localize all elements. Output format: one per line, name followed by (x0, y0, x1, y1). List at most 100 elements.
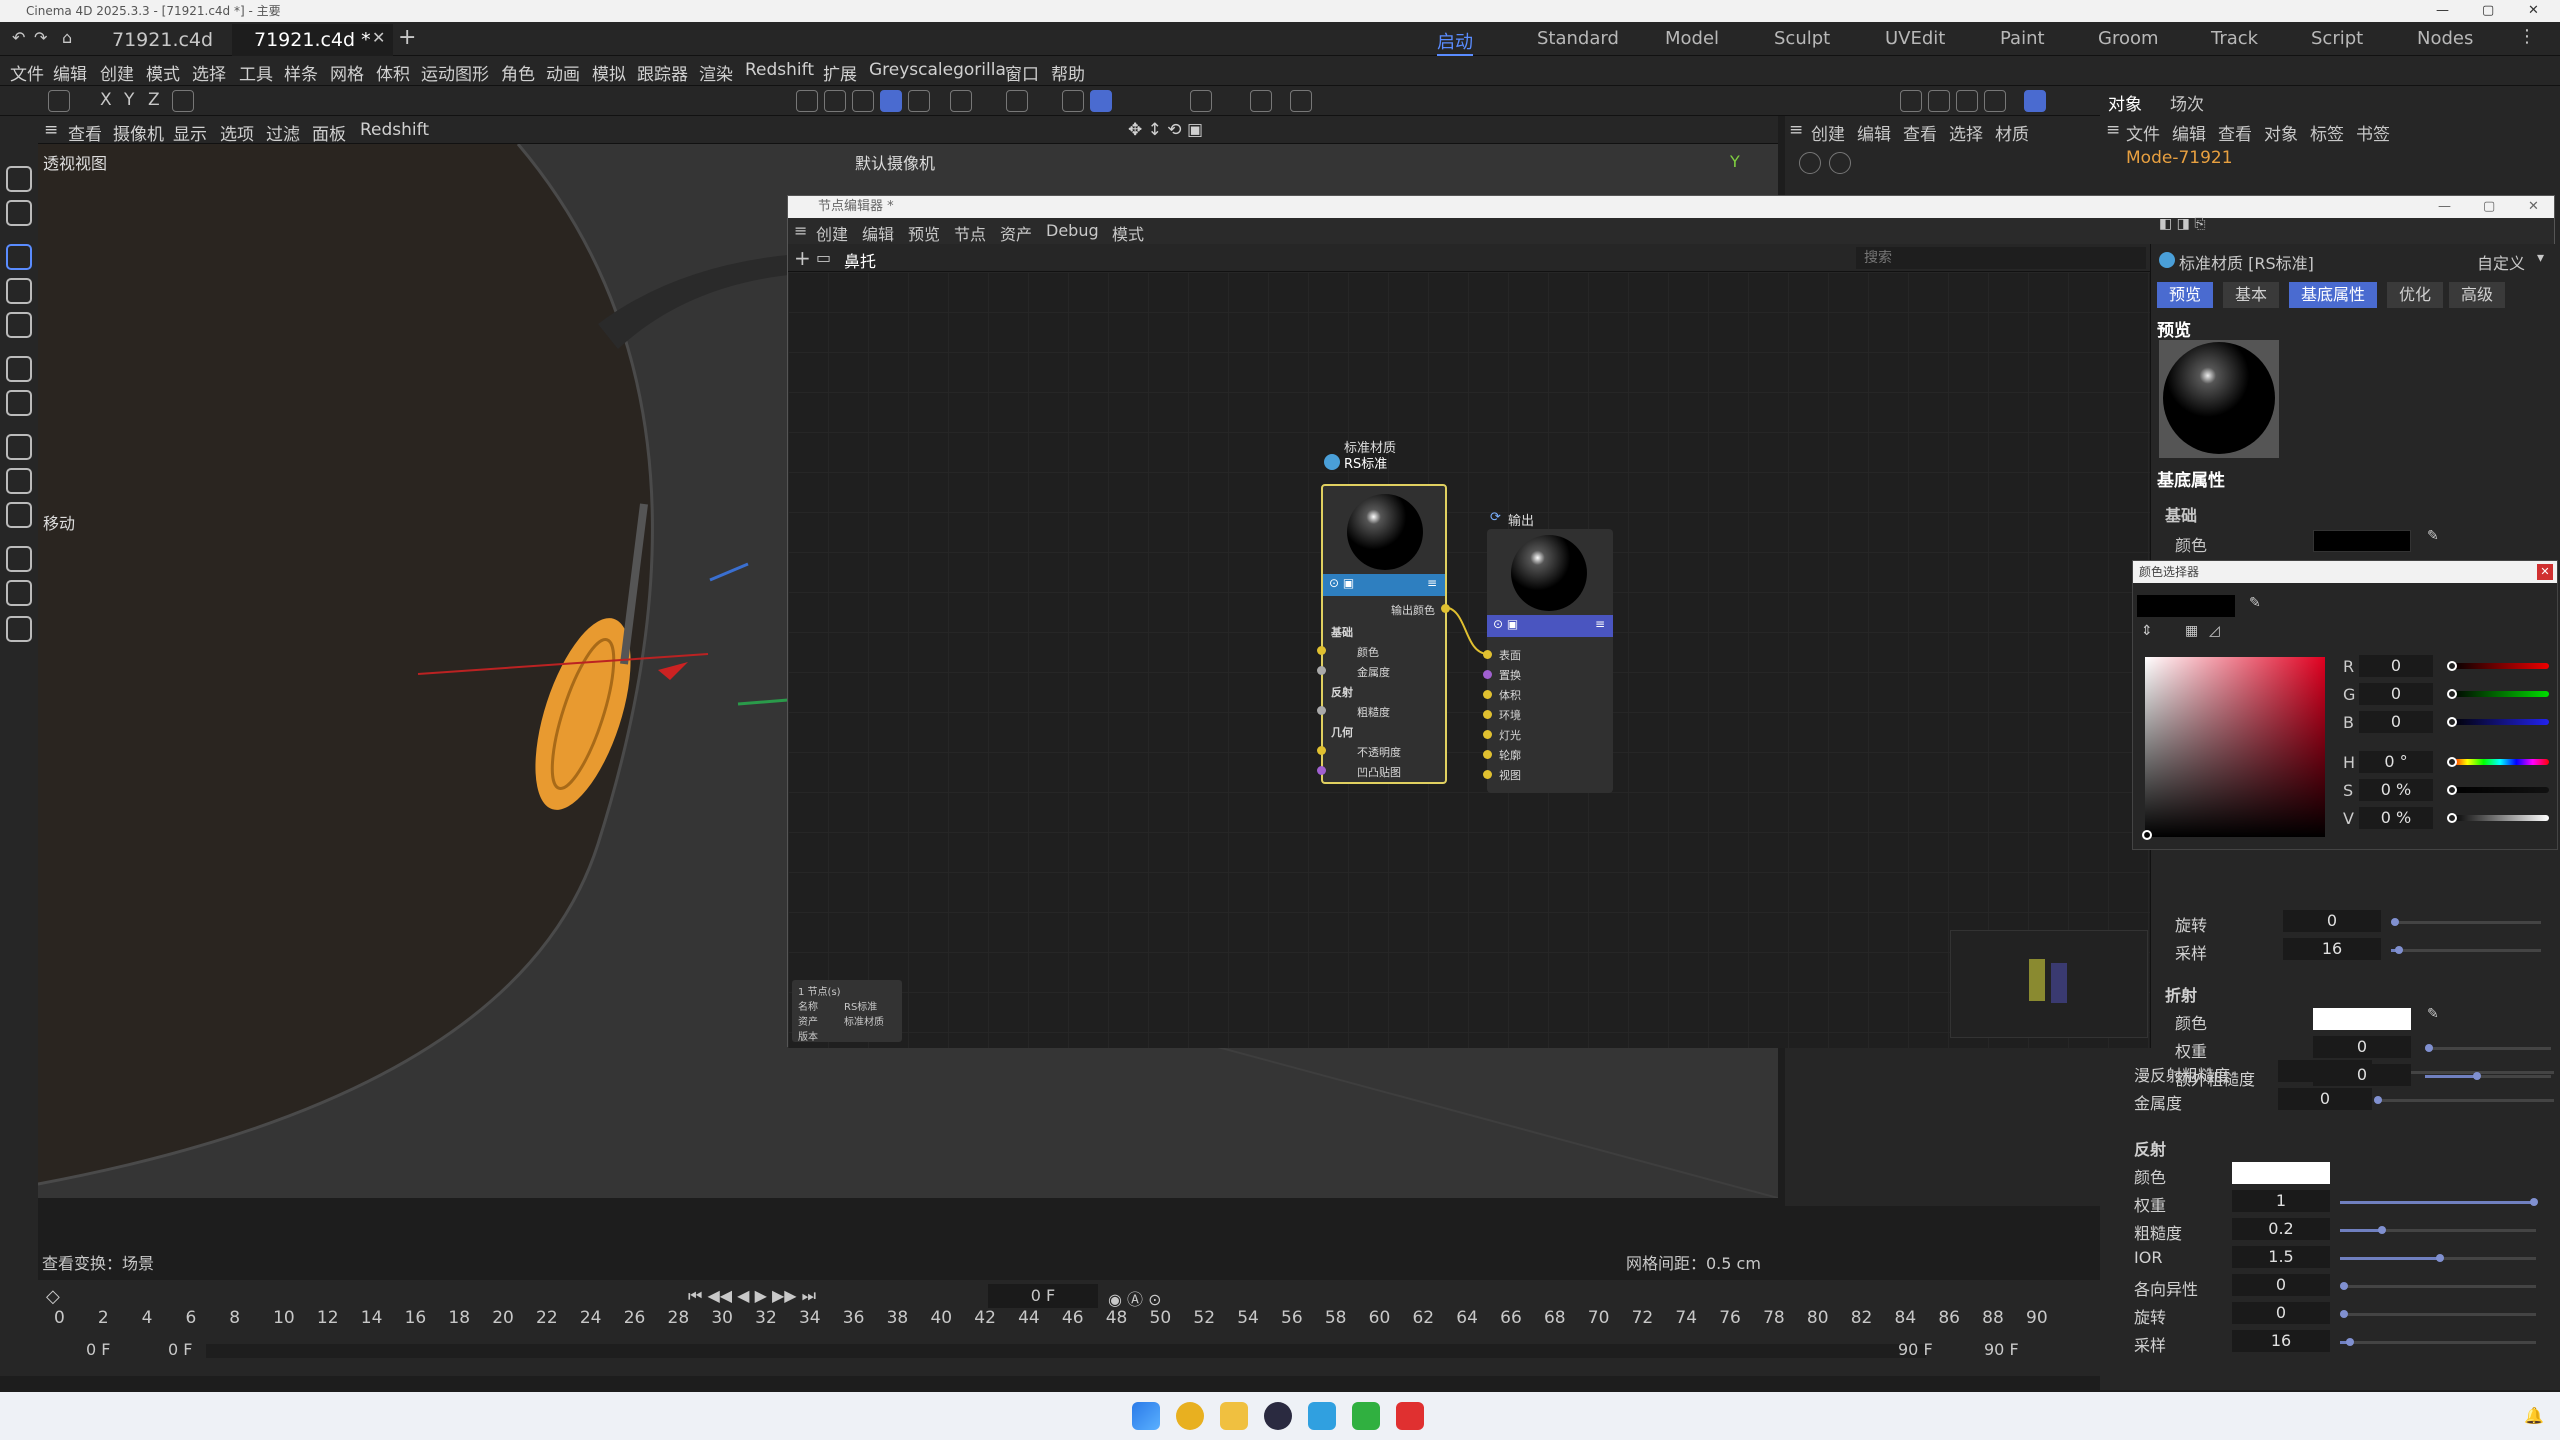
aniso-slider[interactable] (2340, 1282, 2536, 1290)
refr-rough-slider[interactable] (2425, 1072, 2551, 1080)
mat-menu-view[interactable]: 查看 (1903, 120, 1937, 145)
file-tab-1[interactable]: 71921.c4d (90, 24, 235, 56)
channel-g-slider[interactable] (2451, 691, 2549, 697)
viewport-nav-icons[interactable]: ✥ ↕ ⟲ ▣ (1128, 120, 1203, 140)
add-node-icon[interactable]: + (794, 246, 811, 270)
workplane-icon[interactable] (1090, 90, 1112, 112)
attr-tab-optimize[interactable]: 优化 (2387, 282, 2444, 308)
render-icon[interactable] (824, 90, 846, 112)
attr-tab-basic[interactable]: 基本 (2223, 282, 2280, 308)
redo-icon[interactable]: ↷ (34, 28, 47, 47)
photos-icon[interactable] (1308, 1402, 1336, 1430)
attr-tab-advanced[interactable]: 高级 (2449, 282, 2506, 308)
edit-render-icon[interactable] (852, 90, 874, 112)
ne-close-icon[interactable]: ✕ (2528, 196, 2539, 218)
obj-menu-file[interactable]: 文件 (2126, 120, 2160, 145)
refr-color-swatch[interactable] (2313, 1008, 2411, 1030)
menu-select[interactable]: 选择 (192, 60, 226, 85)
vp-menu-view[interactable]: 查看 (68, 120, 102, 145)
mode-toggle-icon[interactable]: ⇕ (2141, 623, 2153, 639)
obj-menu-edit[interactable]: 编辑 (2172, 120, 2206, 145)
maximize-icon[interactable]: ▢ (2482, 0, 2494, 22)
add-material-icon[interactable] (1799, 152, 1821, 174)
menu-edit[interactable]: 编辑 (53, 60, 87, 85)
menu-character[interactable]: 角色 (501, 60, 535, 85)
lock-icon[interactable] (1290, 90, 1312, 112)
ne-menu-node[interactable]: 节点 (954, 221, 986, 245)
menu-redshift[interactable]: Redshift (745, 60, 814, 80)
sv-cursor[interactable] (2142, 830, 2152, 840)
layout-model[interactable]: Model (1665, 28, 1719, 49)
current-frame-field[interactable]: 0 F (988, 1284, 1098, 1308)
channel-h-field[interactable]: 0 ° (2359, 751, 2433, 773)
more-icon[interactable]: ⋮ (2518, 26, 2536, 47)
magnet-tool-icon[interactable] (6, 616, 32, 642)
sketch-icon[interactable] (6, 468, 32, 494)
channel-r-knob[interactable] (2447, 661, 2457, 671)
attr-tab-preview[interactable]: 预览 (2157, 282, 2214, 308)
attr-tab-base[interactable]: 基底属性 (2289, 282, 2378, 308)
magnet-icon[interactable] (1006, 90, 1028, 112)
live-select-icon[interactable] (6, 166, 32, 192)
node-graph-canvas[interactable]: 标准材质 RS标准 ⊙ ▣ ≡ 输出颜色 基础 颜色 金属度 反射 粗糙度 几何… (788, 272, 2150, 1048)
obj-menu-tags[interactable]: 标签 (2310, 120, 2344, 145)
move-tool-icon[interactable] (6, 244, 32, 270)
color-picker-close-icon[interactable]: ✕ (2537, 564, 2553, 580)
chrome-icon[interactable] (1176, 1402, 1204, 1430)
menu-create[interactable]: 创建 (100, 60, 134, 85)
channel-v-knob[interactable] (2447, 813, 2457, 823)
start-frame-a[interactable]: 0 F (86, 1340, 110, 1359)
close-icon[interactable]: ✕ (2528, 0, 2539, 22)
vp-menu-panel[interactable]: 面板 (312, 120, 346, 145)
ne-menu-mode[interactable]: 模式 (1112, 221, 1144, 245)
mat-menu-edit[interactable]: 编辑 (1857, 120, 1891, 145)
refl-rot-field[interactable]: 0 (2232, 1302, 2330, 1324)
picker-eyedropper-icon[interactable]: ✎ (2249, 595, 2261, 611)
vp-menu-camera[interactable]: 摄像机 (113, 120, 164, 145)
refr-weight-field[interactable]: 0 (2313, 1036, 2411, 1058)
refl-weight-slider[interactable] (2340, 1198, 2538, 1206)
menu-render[interactable]: 渲染 (699, 60, 733, 85)
obj-menu-view[interactable]: 查看 (2218, 120, 2252, 145)
channel-g-knob[interactable] (2447, 689, 2457, 699)
breadcrumb-material[interactable]: 鼻托 (844, 248, 876, 272)
vp-menu-options[interactable]: 选项 (220, 120, 254, 145)
saturation-value-square[interactable] (2142, 657, 2325, 840)
ne-menu-assets[interactable]: 资产 (1000, 221, 1032, 245)
axis-y-button[interactable]: Y (124, 90, 134, 110)
layout-uvedit[interactable]: UVEdit (1885, 28, 1945, 49)
tab-objects[interactable]: 对象 (2108, 90, 2142, 115)
timeline-ruler[interactable]: 0 2 4 6 8 10 12 14 16 18 20 22 24 26 28 30 32 34 36 38 40 42 4… (38, 1308, 2048, 1334)
vp-menu-filter[interactable]: 过滤 (266, 120, 300, 145)
grid-snap-icon[interactable] (1062, 90, 1084, 112)
refl-rough-slider[interactable] (2340, 1226, 2536, 1234)
viewport-menu-icon[interactable]: ≡ (44, 120, 58, 140)
channel-b-knob[interactable] (2447, 717, 2457, 727)
brush-icon[interactable] (6, 546, 32, 572)
menu-greyscalegorilla[interactable]: Greyscalegorilla (869, 60, 1006, 80)
ior-slider[interactable] (2340, 1254, 2536, 1262)
refl-samples-slider[interactable] (2340, 1338, 2536, 1346)
reflection-group[interactable]: 反射 (2134, 1136, 2166, 1160)
channel-h-slider[interactable] (2451, 759, 2549, 765)
channel-b-slider[interactable] (2451, 719, 2549, 725)
frame-range-bar[interactable] (206, 1344, 1926, 1358)
channel-r-field[interactable]: 0 (2359, 655, 2433, 677)
new-tab-icon[interactable]: + (398, 25, 416, 50)
channel-s-slider[interactable] (2451, 787, 2549, 793)
selection-icon[interactable] (6, 200, 32, 226)
refl-weight-field[interactable]: 1 (2232, 1190, 2330, 1212)
cube-icon[interactable] (880, 90, 902, 112)
render-queue-icon[interactable] (1956, 90, 1978, 112)
ne-minimize-icon[interactable]: — (2438, 196, 2451, 218)
app-red-icon[interactable] (1396, 1402, 1424, 1430)
menu-animation[interactable]: 动画 (546, 60, 580, 85)
camera-label[interactable]: 默认摄像机 (855, 150, 935, 174)
wheel-mode-icon[interactable]: ▦ (2185, 623, 2198, 639)
layout-script[interactable]: Script (2311, 28, 2363, 49)
render-settings-icon[interactable] (1900, 90, 1922, 112)
cinema4d-icon[interactable] (1264, 1402, 1292, 1430)
material-sphere-icon[interactable] (1829, 152, 1851, 174)
channel-b-field[interactable]: 0 (2359, 711, 2433, 733)
base-group[interactable]: 基础 (2165, 502, 2197, 526)
